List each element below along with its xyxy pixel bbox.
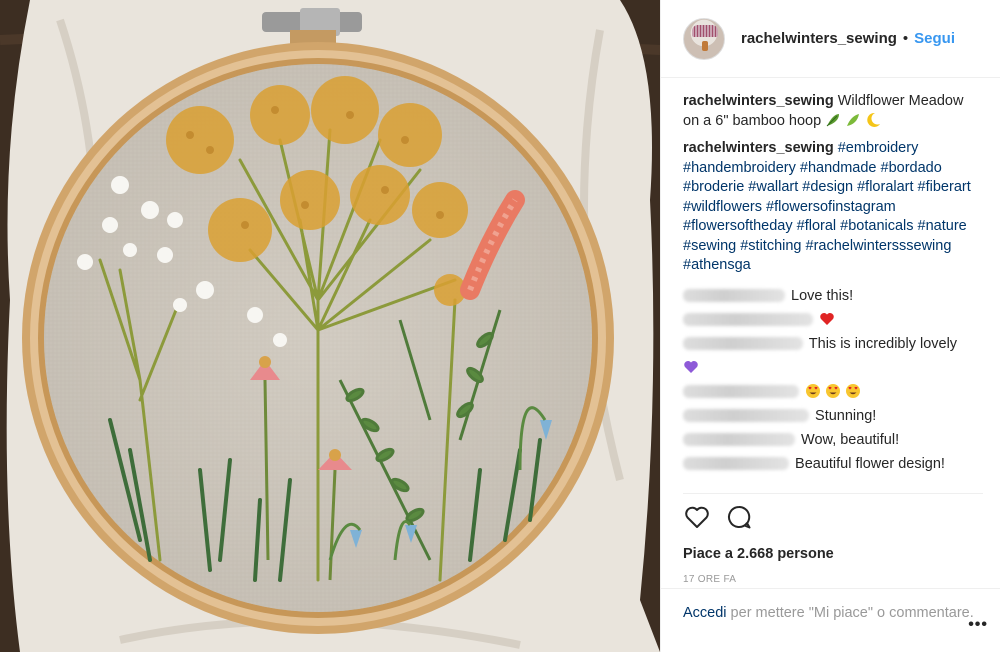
- red-heart-icon: [820, 312, 834, 325]
- heart-eyes-icon: [826, 383, 841, 398]
- post-sidebar: rachelwinters_sewing • Segui rachelwinte…: [660, 0, 1000, 652]
- comment-text: Wow, beautiful!: [801, 431, 900, 448]
- caption: rachelwinters_sewing Wildflower Meadow o…: [683, 92, 983, 131]
- comment-text: Stunning!: [815, 407, 877, 424]
- comment-text: This is incredibly lovely: [808, 335, 958, 352]
- embroidery-hoop-photo: [0, 0, 660, 652]
- header-username[interactable]: rachelwinters_sewing: [741, 30, 897, 47]
- login-link[interactable]: Accedi: [683, 605, 727, 621]
- blurred-username: [683, 289, 785, 303]
- comment-item: This is incredibly lovely: [683, 332, 983, 356]
- likes-count[interactable]: Piace a 2.668 persone: [683, 546, 983, 562]
- hashtags-comment: rachelwinters_sewing #embroidery #handem…: [683, 139, 983, 276]
- comment-item: Love this!: [683, 284, 983, 308]
- avatar-thread-graphic: [692, 24, 718, 37]
- caption-emoji-leaves: [825, 112, 881, 129]
- more-options-button[interactable]: •••: [968, 616, 988, 634]
- comment-text: Beautiful flower design!: [795, 455, 945, 472]
- comment-item: [683, 308, 983, 332]
- blurred-username: [683, 433, 795, 447]
- blurred-username: [683, 337, 803, 351]
- comment-item: [683, 380, 983, 404]
- purple-heart-icon: [684, 360, 698, 373]
- login-prompt: Accedi per mettere "Mi piace" o commenta…: [661, 588, 1000, 623]
- comment-item: Wow, beautiful!: [683, 428, 983, 452]
- post: rachelwinters_sewing • Segui rachelwinte…: [0, 0, 1000, 652]
- fern-leaf-icon: [847, 113, 860, 126]
- login-prompt-text: per mettere "Mi piace" o commentare.: [726, 605, 974, 621]
- action-icons: [683, 502, 983, 532]
- follow-button[interactable]: Segui: [914, 30, 955, 47]
- avatar[interactable]: [683, 17, 725, 60]
- heart-eyes-icon: [806, 383, 821, 398]
- heart-icon[interactable]: [683, 503, 711, 531]
- blurred-username: [683, 457, 789, 471]
- comment-icon[interactable]: [725, 503, 753, 531]
- comment-text: Love this!: [791, 287, 854, 304]
- heart-eyes-icon: [846, 383, 861, 398]
- post-actions: Piace a 2.668 persone 17 ORE FA: [683, 493, 983, 585]
- post-header: rachelwinters_sewing • Segui: [661, 0, 1000, 78]
- comment-item: [683, 356, 983, 380]
- comment-item: Stunning!: [683, 404, 983, 428]
- post-timestamp: 17 ORE FA: [683, 574, 737, 585]
- blurred-username: [683, 313, 813, 327]
- post-image[interactable]: [0, 0, 660, 652]
- header-separator: •: [902, 30, 909, 47]
- hashtags-username[interactable]: rachelwinters_sewing: [683, 140, 834, 156]
- comment-item: Beautiful flower design!: [683, 452, 983, 476]
- blurred-username: [683, 385, 799, 399]
- caption-username[interactable]: rachelwinters_sewing: [683, 93, 834, 109]
- blurred-username: [683, 409, 809, 423]
- hashtag-list[interactable]: #embroidery #handembroidery #handmade #b…: [683, 140, 971, 273]
- herb-leaf-icon: [826, 113, 840, 126]
- avatar-spool-graphic: [702, 40, 708, 51]
- comments-list: rachelwinters_sewing Wildflower Meadow o…: [683, 92, 983, 476]
- crescent-moon-icon: [867, 112, 881, 127]
